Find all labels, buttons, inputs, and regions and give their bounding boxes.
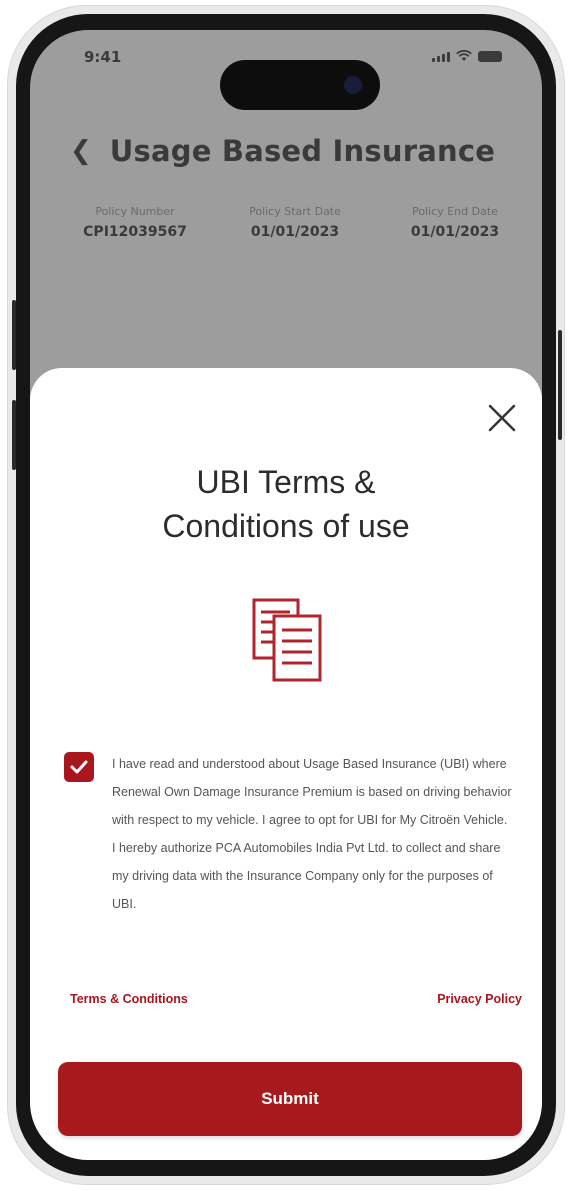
documents-icon — [252, 598, 322, 682]
modal-title-line2: Conditions of use — [162, 508, 410, 544]
side-button — [558, 330, 562, 440]
status-time: 9:41 — [84, 48, 122, 66]
policy-number-label: Policy Number — [95, 205, 175, 218]
consent-row: I have read and understood about Usage B… — [64, 750, 514, 918]
policy-start-date: Policy Start Date 01/01/2023 — [220, 205, 370, 240]
policy-number: Policy Number CPI12039567 — [60, 205, 210, 240]
policy-end-value: 01/01/2023 — [410, 224, 500, 240]
dynamic-island — [220, 60, 380, 110]
links-row: Terms & Conditions Privacy Policy — [70, 992, 522, 1006]
policy-start-value: 01/01/2023 — [250, 224, 340, 240]
policy-number-value: CPI12039567 — [83, 224, 187, 240]
terms-conditions-link[interactable]: Terms & Conditions — [70, 992, 188, 1006]
consent-text: I have read and understood about Usage B… — [112, 757, 512, 911]
phone-screen: 9:41 ❮ Usage Based Insurance Policy Numb… — [30, 30, 542, 1160]
policy-end-label: Policy End Date — [412, 205, 498, 218]
terms-modal: UBI Terms & Conditions of use I have rea… — [30, 368, 542, 1160]
checkmark-icon — [70, 760, 88, 774]
side-button — [12, 300, 16, 370]
battery-icon — [478, 51, 502, 62]
close-icon[interactable] — [484, 400, 520, 436]
side-button — [12, 400, 16, 470]
wifi-icon — [456, 50, 472, 61]
camera-icon — [344, 76, 362, 94]
policy-details: Policy Number CPI12039567 Policy Start D… — [60, 205, 530, 240]
submit-button[interactable]: Submit — [58, 1062, 522, 1136]
signal-icon — [432, 52, 450, 62]
status-icons — [432, 50, 502, 62]
page-title: Usage Based Insurance — [109, 134, 496, 168]
modal-title-line1: UBI Terms & — [196, 464, 376, 500]
modal-title: UBI Terms & Conditions of use — [30, 460, 542, 548]
consent-checkbox[interactable] — [64, 752, 94, 782]
chevron-left-icon[interactable]: ❮ — [70, 136, 92, 166]
privacy-policy-link[interactable]: Privacy Policy — [437, 992, 522, 1006]
policy-end-date: Policy End Date 01/01/2023 — [380, 205, 530, 240]
policy-start-label: Policy Start Date — [249, 205, 341, 218]
app-header: ❮ Usage Based Insurance — [70, 134, 495, 168]
